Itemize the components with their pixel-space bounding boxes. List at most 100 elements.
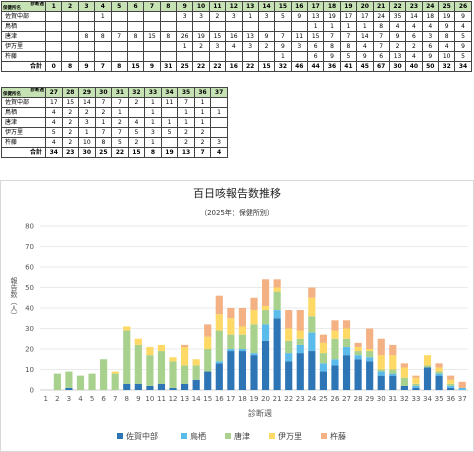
week-header-cell: 36 xyxy=(193,87,212,98)
bar-segment xyxy=(134,344,142,384)
table-cell xyxy=(110,41,128,52)
bar-segment xyxy=(331,320,339,331)
table-cell: 2 xyxy=(177,127,195,138)
total-cell: 41 xyxy=(339,61,358,72)
week-header-cell: 31 xyxy=(111,87,129,98)
table-cell: 5 xyxy=(45,127,63,138)
bar-segment xyxy=(354,359,362,390)
bar-segment xyxy=(389,344,397,356)
week-header-cell: 11 xyxy=(208,1,227,12)
y-tick-label: 20 xyxy=(25,346,34,354)
table-cell: 7 xyxy=(111,127,129,138)
total-cell: 9 xyxy=(77,61,96,72)
bar-segment xyxy=(447,375,455,380)
week-header-cell: 19 xyxy=(339,1,358,12)
table-cell: 1 xyxy=(78,127,96,138)
table-row: 杵藤 1 6 9 5 9 6 13 4 9 10 5 xyxy=(1,51,472,62)
week-header-cell: 18 xyxy=(323,1,341,12)
table-cell xyxy=(208,51,227,62)
table-cell: 1 xyxy=(144,107,162,118)
x-tick-label: 1 xyxy=(44,395,48,403)
bar-segment xyxy=(204,324,212,337)
bar-segment xyxy=(238,326,247,335)
table-cell xyxy=(143,41,161,52)
table-cell: 2 xyxy=(61,107,80,118)
week-header-cell: 8 xyxy=(159,1,178,12)
x-tick-label: 27 xyxy=(342,395,351,403)
total-cell: 4 xyxy=(210,147,228,158)
table-cell: 5 xyxy=(127,127,146,138)
week-header-cell: 27 xyxy=(45,87,63,98)
row-label: 唐津 xyxy=(1,117,46,128)
table-cell xyxy=(143,51,161,62)
x-tick-label: 18 xyxy=(238,395,247,403)
table-cell: 2 xyxy=(61,127,80,138)
table-cell: 4 xyxy=(225,41,243,52)
table-cell: 3 xyxy=(225,11,243,22)
bar-segment xyxy=(412,385,420,388)
bar-segment xyxy=(215,295,223,315)
table-cell xyxy=(61,51,79,62)
bar-segment xyxy=(308,297,316,317)
table-cell: 35 xyxy=(388,11,407,22)
table-cell: 4 xyxy=(421,21,440,32)
bar-segment xyxy=(123,330,131,384)
total-cell: 30 xyxy=(388,61,407,72)
table-cell: 6 xyxy=(372,51,390,62)
bar-segment xyxy=(296,353,304,390)
total-cell: 36 xyxy=(323,61,341,72)
bar-segment xyxy=(400,363,408,368)
table-cell: 3 xyxy=(192,11,210,22)
x-tick-label: 36 xyxy=(446,395,455,403)
table-cell: 9 xyxy=(323,51,341,62)
table-cell: 9 xyxy=(290,11,309,22)
legend-swatch xyxy=(269,433,275,439)
week-header-cell: 14 xyxy=(257,1,276,12)
week-header-cell: 5 xyxy=(110,1,128,12)
bar-segment xyxy=(366,349,374,352)
table-cell: 4 xyxy=(388,21,407,32)
row-label: 杵藤 xyxy=(1,137,46,148)
bar-segment xyxy=(273,318,281,390)
bar-segment xyxy=(204,336,212,349)
total-cell: 34 xyxy=(45,147,63,158)
bar-segment xyxy=(296,330,304,339)
table-cell xyxy=(208,21,227,32)
table-cell: 4 xyxy=(405,21,423,32)
table-cell: 9 xyxy=(454,11,472,22)
bar-segment xyxy=(447,387,455,390)
table-cell xyxy=(126,21,145,32)
x-tick-label: 23 xyxy=(296,395,305,403)
bar-segment xyxy=(157,383,166,390)
table-cell: 1 xyxy=(274,51,292,62)
x-tick-label: 20 xyxy=(261,395,270,403)
table-cell: 1 xyxy=(193,117,212,128)
week-header-cell: 21 xyxy=(372,1,390,12)
table-cell xyxy=(61,41,79,52)
table-cell: 7 xyxy=(111,97,129,108)
table-cell: 3 xyxy=(210,137,228,148)
table-row: 佐賀中部 1 3 3 2 3 1 3 5 9 13 19 17 17 24 35 14 18 19 9 xyxy=(1,11,472,22)
table-cell: 7 xyxy=(110,31,128,42)
week-header-cell: 23 xyxy=(405,1,423,12)
bar-segment xyxy=(389,375,397,390)
table-cell: 8 xyxy=(94,137,113,148)
bar-segment xyxy=(308,351,316,390)
table-cell xyxy=(77,41,96,52)
bar-segment xyxy=(134,338,142,345)
bar-segment xyxy=(273,291,281,311)
bar-segment xyxy=(389,369,397,374)
table-cell: 1 xyxy=(193,97,212,108)
bar-segment xyxy=(238,349,247,352)
table-cell xyxy=(94,51,112,62)
bar-segment xyxy=(76,375,85,390)
y-tick-label: 30 xyxy=(25,325,34,333)
bar-segment xyxy=(377,338,385,356)
table-cell: 14 xyxy=(78,97,96,108)
week-header-cell: 24 xyxy=(421,1,440,12)
bar-segment xyxy=(331,338,339,360)
table-cell: 5 xyxy=(454,51,472,62)
bar-segment xyxy=(319,371,327,390)
x-tick-label: 12 xyxy=(169,395,178,403)
week-header-cell: 12 xyxy=(225,1,243,12)
